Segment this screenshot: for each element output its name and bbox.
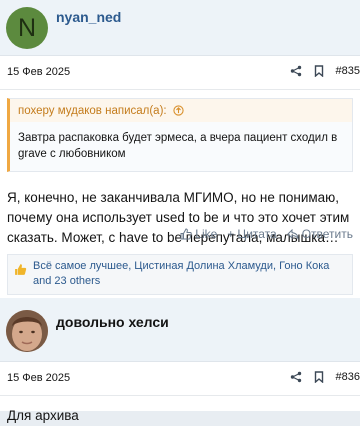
- quote-button[interactable]: + Цитата: [227, 227, 276, 241]
- bookmark-icon[interactable]: [314, 65, 324, 77]
- post-date[interactable]: 15 Фев 2025: [7, 372, 70, 384]
- avatar[interactable]: N: [6, 7, 48, 49]
- arrow-up-circle-icon[interactable]: [173, 105, 184, 116]
- reply-icon: [287, 229, 299, 240]
- thumbs-up-icon: [14, 263, 27, 276]
- quote-block: похеру мудаков написал(а): Завтра распак…: [7, 98, 353, 172]
- post-meta: 15 Фев 2025 #835: [0, 56, 360, 90]
- post-835: N nyan_ned 15 Фев 2025 #835 похеру мудак…: [0, 0, 360, 298]
- avatar-letter: N: [18, 14, 36, 43]
- post-date[interactable]: 15 Фев 2025: [7, 66, 70, 78]
- bookmark-icon[interactable]: [314, 371, 324, 383]
- post-header: довольно хелси: [0, 298, 360, 362]
- like-icon: [180, 228, 192, 240]
- reactions-text: Всё самое лучшее, Цистиная Долина Хламуд…: [33, 260, 329, 287]
- avatar[interactable]: [6, 310, 48, 352]
- post-meta: 15 Фев 2025 #836: [0, 362, 360, 396]
- like-label: Like: [195, 227, 217, 241]
- username[interactable]: nyan_ned: [56, 9, 121, 25]
- post-number[interactable]: #836: [336, 371, 360, 383]
- like-button[interactable]: Like: [180, 227, 217, 241]
- post-body: Для архива: [0, 396, 360, 426]
- post-number[interactable]: #835: [336, 65, 360, 77]
- quote-label: Цитата: [237, 227, 276, 241]
- share-icon[interactable]: [290, 371, 302, 383]
- quote-author: похеру мудаков написал(а):: [18, 105, 167, 117]
- reactions-bar[interactable]: Всё самое лучшее, Цистиная Долина Хламуд…: [7, 254, 353, 295]
- post-actions: Like + Цитата Ответить: [180, 227, 353, 241]
- quote-attribution[interactable]: похеру мудаков написал(а):: [10, 99, 352, 122]
- avatar-photo-icon: [6, 310, 48, 352]
- reply-label: Ответить: [302, 227, 353, 241]
- post-836: довольно хелси 15 Фев 2025 #836 Для архи…: [0, 298, 360, 411]
- quote-text: Завтра распаковка будет эрмеса, а вчера …: [10, 122, 352, 171]
- username[interactable]: довольно хелси: [56, 314, 169, 330]
- plus-icon: +: [227, 227, 234, 241]
- post-header: N nyan_ned: [0, 0, 360, 56]
- share-icon[interactable]: [290, 65, 302, 77]
- reply-button[interactable]: Ответить: [287, 227, 353, 241]
